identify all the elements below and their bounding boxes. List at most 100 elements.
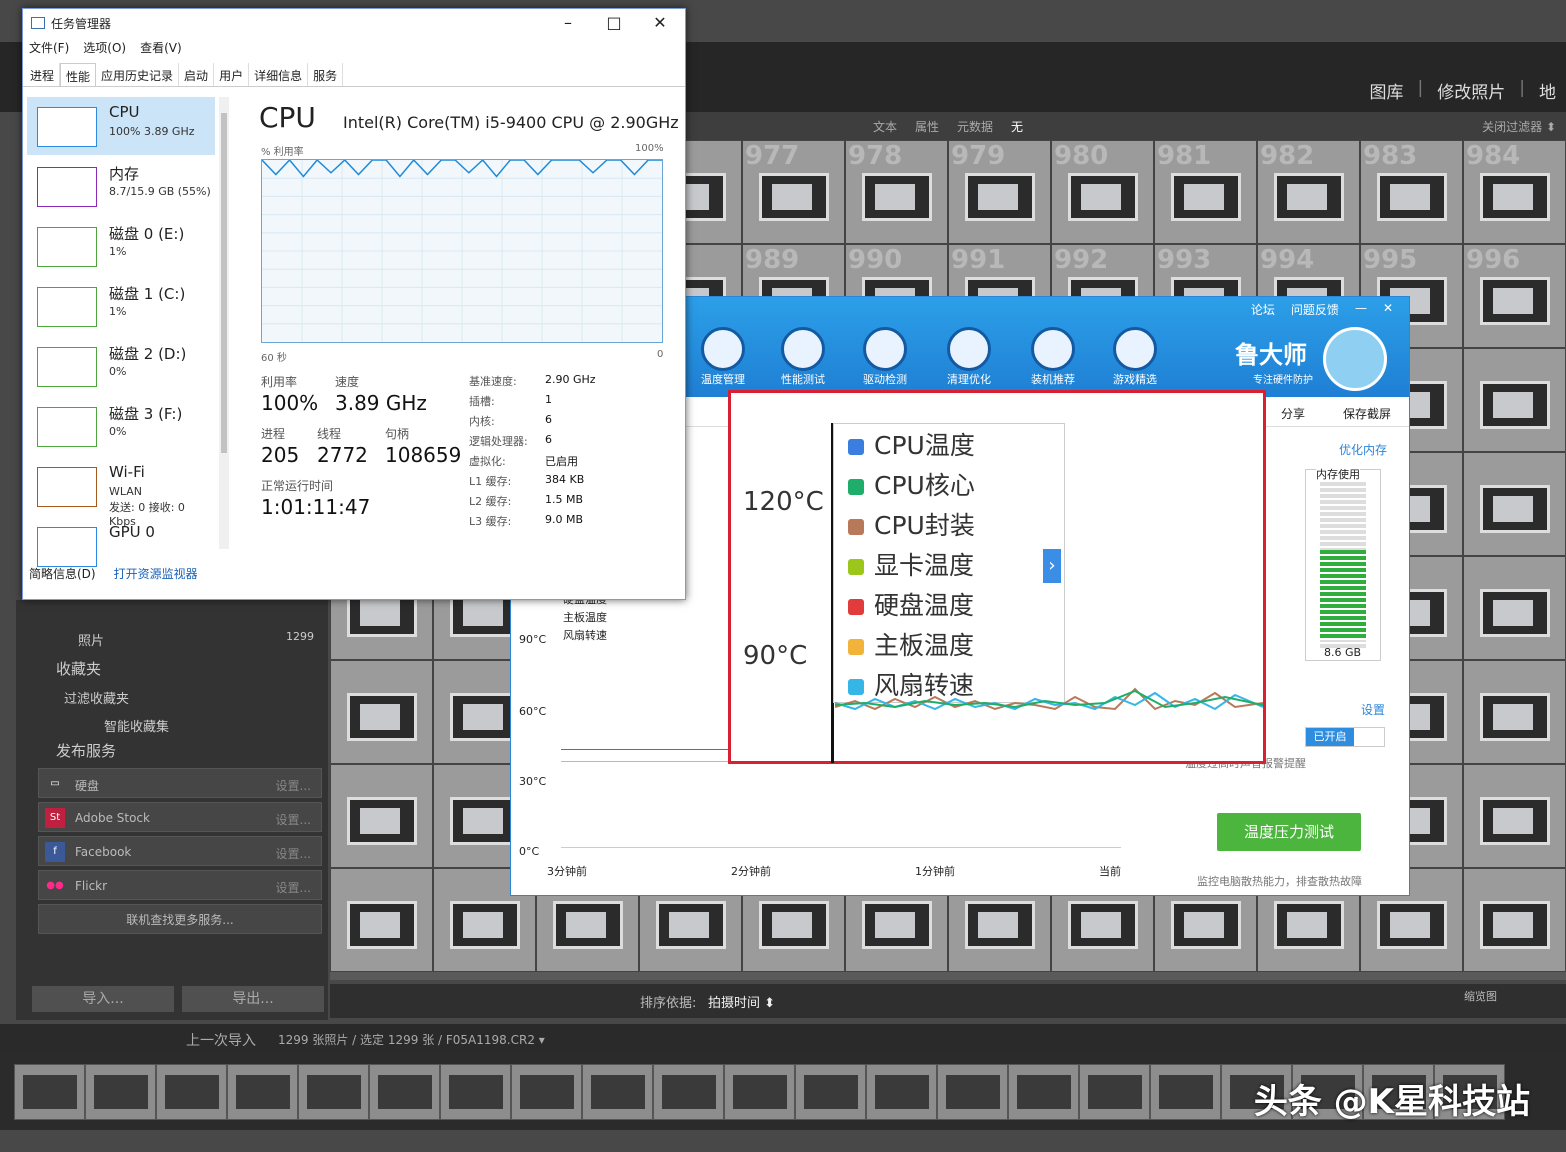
- legend-item[interactable]: CPU封装: [848, 506, 975, 542]
- publish-services-header[interactable]: 发布服务: [16, 740, 328, 764]
- filmstrip-thumbnail[interactable]: [227, 1064, 298, 1120]
- grid-cell[interactable]: [1463, 452, 1566, 556]
- service-flickr[interactable]: ●● Flickr 设置...: [38, 870, 322, 900]
- optimize-memory-link[interactable]: 优化内存: [1339, 441, 1387, 458]
- resource-item[interactable]: 磁盘 0 (E:) 1%: [27, 217, 215, 275]
- resource-item[interactable]: CPU 100% 3.89 GHz: [27, 97, 215, 155]
- tab-driver-check[interactable]: 驱动检测: [855, 327, 915, 397]
- grid-cell[interactable]: [1463, 348, 1566, 452]
- minimize-button[interactable]: –: [545, 13, 591, 35]
- tab-services[interactable]: 服务: [308, 63, 344, 86]
- grid-cell[interactable]: [1463, 660, 1566, 764]
- grid-cell[interactable]: 977: [742, 140, 845, 244]
- stress-test-button[interactable]: 温度压力测试: [1217, 813, 1361, 851]
- close-button[interactable]: ✕: [637, 13, 683, 35]
- menu-options[interactable]: 选项(O): [83, 39, 126, 56]
- filmstrip-thumbnail[interactable]: [795, 1064, 866, 1120]
- resource-item[interactable]: 磁盘 1 (C:) 1%: [27, 277, 215, 335]
- grid-cell[interactable]: [1463, 868, 1566, 972]
- service-settings[interactable]: 设置...: [276, 777, 311, 794]
- legend-item[interactable]: 主板温度: [848, 626, 974, 662]
- module-develop[interactable]: 修改照片: [1437, 78, 1505, 103]
- legend-item[interactable]: 硬盘温度: [848, 586, 974, 622]
- import-button[interactable]: 导入...: [32, 986, 174, 1012]
- service-hard-drive[interactable]: ▭ 硬盘 设置...: [38, 768, 322, 798]
- source-label[interactable]: 上一次导入: [186, 1030, 256, 1050]
- export-button[interactable]: 导出...: [182, 986, 324, 1012]
- selection-count[interactable]: 1299 张照片 / 选定 1299 张 / F05A1198.CR2 ▾: [278, 1031, 545, 1048]
- service-settings[interactable]: 设置...: [276, 879, 311, 896]
- filmstrip-thumbnail[interactable]: [1150, 1064, 1221, 1120]
- settings-link[interactable]: 设置: [1361, 701, 1385, 718]
- legend-item[interactable]: 显卡温度: [848, 546, 974, 582]
- resource-item[interactable]: 磁盘 3 (F:) 0%: [27, 397, 215, 455]
- tab-processes[interactable]: 进程: [25, 63, 61, 86]
- filmstrip-thumbnail[interactable]: [1008, 1064, 1079, 1120]
- tab-app-history[interactable]: 应用历史记录: [96, 63, 180, 86]
- tab-games[interactable]: 游戏精选: [1105, 327, 1165, 397]
- grid-cell[interactable]: 983: [1360, 140, 1463, 244]
- grid-cell[interactable]: [330, 660, 433, 764]
- filter-none[interactable]: 无: [1011, 118, 1023, 135]
- filmstrip-thumbnail[interactable]: [14, 1064, 85, 1120]
- smart-collections[interactable]: 智能收藏集: [16, 716, 328, 740]
- grid-cell[interactable]: 979: [948, 140, 1051, 244]
- grid-cell[interactable]: [1463, 556, 1566, 660]
- tab-build-recommend[interactable]: 装机推荐: [1023, 327, 1083, 397]
- tab-temp-management[interactable]: 温度管理: [693, 327, 753, 397]
- filmstrip-thumbnail[interactable]: [369, 1064, 440, 1120]
- filmstrip-thumbnail[interactable]: [156, 1064, 227, 1120]
- grid-cell[interactable]: 978: [845, 140, 948, 244]
- filter-collections-input[interactable]: 过滤收藏夹: [16, 688, 328, 712]
- save-screenshot-button[interactable]: 保存截屏: [1343, 405, 1391, 422]
- filter-off-dropdown[interactable]: 关闭过滤器 ⬍: [1482, 118, 1556, 135]
- filmstrip-thumbnail[interactable]: [440, 1064, 511, 1120]
- tab-startup[interactable]: 启动: [179, 63, 215, 86]
- grid-cell[interactable]: 982: [1257, 140, 1360, 244]
- filmstrip-thumbnail[interactable]: [298, 1064, 369, 1120]
- sort-select[interactable]: 拍摄时间 ⬍: [708, 992, 775, 1011]
- feedback-link[interactable]: 问题反馈: [1291, 301, 1339, 318]
- menu-file[interactable]: 文件(F): [29, 39, 69, 56]
- resource-item[interactable]: 磁盘 2 (D:) 0%: [27, 337, 215, 395]
- resource-list-scrollbar[interactable]: [219, 97, 229, 549]
- grid-cell[interactable]: [330, 764, 433, 868]
- find-more-services[interactable]: 联机查找更多服务...: [38, 904, 322, 934]
- service-settings[interactable]: 设置...: [276, 845, 311, 862]
- menu-view[interactable]: 查看(V): [140, 39, 182, 56]
- service-settings[interactable]: 设置...: [276, 811, 311, 828]
- tab-details[interactable]: 详细信息: [249, 63, 309, 86]
- filmstrip-thumbnail[interactable]: [1079, 1064, 1150, 1120]
- legend-item[interactable]: CPU核心: [848, 466, 975, 502]
- tab-cleanup[interactable]: 清理优化: [939, 327, 999, 397]
- forum-link[interactable]: 论坛: [1251, 301, 1275, 318]
- module-library[interactable]: 图库: [1370, 78, 1404, 103]
- filmstrip-thumbnail[interactable]: [85, 1064, 156, 1120]
- filmstrip-thumbnail[interactable]: [724, 1064, 795, 1120]
- tab-performance-test[interactable]: 性能测试: [773, 327, 833, 397]
- catalog-photos[interactable]: 照片 1299: [16, 630, 328, 654]
- module-map[interactable]: 地: [1539, 78, 1556, 103]
- filmstrip-thumbnail[interactable]: [511, 1064, 582, 1120]
- grid-cell[interactable]: [1463, 764, 1566, 868]
- grid-cell[interactable]: [330, 868, 433, 972]
- filmstrip-thumbnail[interactable]: [866, 1064, 937, 1120]
- close-button[interactable]: ✕: [1383, 301, 1393, 318]
- grid-cell[interactable]: 984: [1463, 140, 1566, 244]
- collections-header[interactable]: 收藏夹: [16, 658, 328, 682]
- filter-text[interactable]: 文本: [873, 118, 897, 135]
- grid-cell[interactable]: 981: [1154, 140, 1257, 244]
- filter-metadata[interactable]: 元数据: [957, 118, 993, 135]
- chevron-right-icon[interactable]: ›: [1043, 549, 1061, 583]
- minimize-button[interactable]: —: [1355, 301, 1367, 318]
- grid-cell[interactable]: 980: [1051, 140, 1154, 244]
- filmstrip-thumbnail[interactable]: [937, 1064, 1008, 1120]
- tab-users[interactable]: 用户: [214, 63, 250, 86]
- maximize-button[interactable]: □: [591, 13, 637, 35]
- filmstrip-thumbnail[interactable]: [582, 1064, 653, 1120]
- share-button[interactable]: 分享: [1281, 405, 1305, 422]
- resource-item[interactable]: Wi-Fi WLAN 发送: 0 接收: 0 Kbps: [27, 457, 215, 528]
- brief-info-button[interactable]: 简略信息(D): [29, 565, 96, 582]
- legend-item[interactable]: CPU温度: [848, 426, 975, 462]
- tab-performance[interactable]: 性能: [60, 63, 97, 86]
